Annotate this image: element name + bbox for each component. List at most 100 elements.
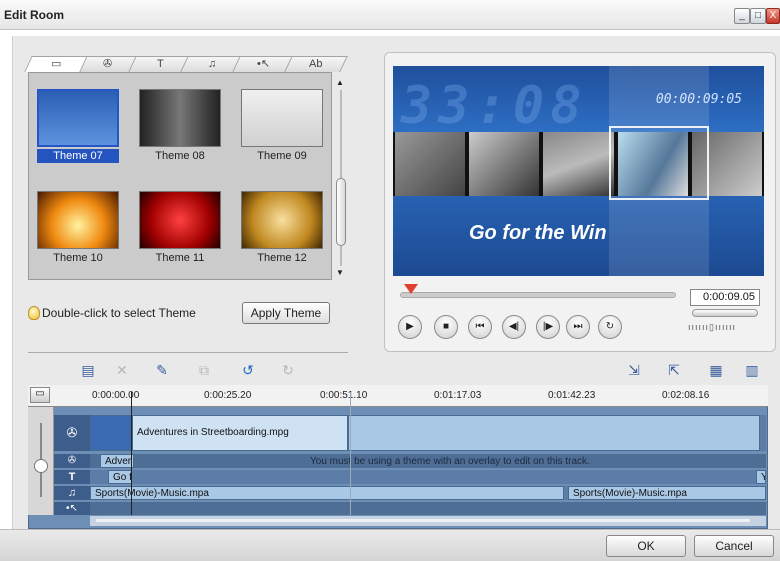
theme-gallery: Theme 07 Theme 08 Theme 09 Theme 10 Them… (28, 72, 332, 280)
export-icon[interactable]: ⇱ (664, 360, 684, 380)
preview-big-time: 33:08 (401, 76, 588, 136)
ruler-tick: 0:00:51.10 (320, 390, 368, 401)
lightbulb-icon (28, 306, 40, 320)
scroll-up-icon[interactable]: ▲ (336, 78, 344, 87)
title-clip[interactable]: Go f (108, 470, 132, 484)
tab-video[interactable]: ▭ (24, 56, 88, 72)
ok-button[interactable]: OK (606, 535, 686, 557)
next-frame-button[interactable]: |▶ (536, 315, 560, 339)
title-bar: Edit Room _ □ X (0, 0, 780, 30)
overlay-clip[interactable]: Adver (100, 454, 134, 468)
cancel-button[interactable]: Cancel (694, 535, 774, 557)
title-track: Go f Y (90, 470, 766, 484)
split-clip-icon[interactable]: ⧉ (194, 360, 214, 380)
apply-theme-button[interactable]: Apply Theme (242, 302, 330, 324)
text-effects-icon: Ab (309, 58, 323, 70)
stop-button[interactable]: ■ (434, 315, 458, 339)
music-note-icon: ♫ (207, 58, 217, 70)
go-to-start-button[interactable]: ⏮ (468, 315, 492, 339)
music-track: Sports(Movie)-Music.mpa Sports(Movie)-Mu… (90, 486, 766, 500)
repeat-button[interactable]: ↻ (598, 315, 622, 339)
theme-08-image (139, 89, 221, 147)
title-t-icon: T (156, 58, 164, 70)
overlay-track-icon: ✇ (54, 454, 90, 468)
add-clip-icon[interactable]: ▤ (78, 360, 98, 380)
timeline-ruler[interactable]: 0:00:00.00 0:00:25.20 0:00:51.10 0:01:17… (28, 385, 768, 407)
video-tab-icon: ▭ (50, 58, 62, 70)
effects-track (90, 502, 766, 515)
playhead[interactable] (131, 392, 132, 515)
ruler-tick: 0:00:00.00 (92, 390, 140, 401)
theme-07-image (37, 89, 119, 147)
jog-bar[interactable] (692, 309, 758, 317)
title-clip-end[interactable]: Y (756, 470, 766, 484)
edit-clip-icon[interactable]: ✎ (152, 360, 172, 380)
theme-thumb-08[interactable]: Theme 08 (139, 89, 221, 162)
film-strip-icon[interactable]: ▦ (706, 360, 726, 380)
music-track-icon: ♫ (54, 486, 90, 500)
video-clip-extension[interactable] (348, 415, 760, 451)
previous-frame-button[interactable]: ◀| (502, 315, 526, 339)
timeline-scrollbar[interactable] (90, 516, 766, 526)
track-zoom-panel (28, 407, 54, 515)
delete-clip-icon[interactable]: ✕ (112, 360, 132, 380)
ruler-tick: 0:00:25.20 (204, 390, 252, 401)
minimize-button[interactable]: _ (734, 8, 750, 24)
toolbar-divider (28, 352, 348, 353)
theme-label: Theme 08 (155, 150, 205, 162)
track-zoom-handle[interactable] (34, 459, 48, 473)
scroll-thumb[interactable] (336, 178, 346, 246)
theme-thumb-10[interactable]: Theme 10 (37, 191, 119, 264)
film-frame (395, 132, 466, 196)
video-thumb-clip[interactable] (90, 415, 132, 451)
theme-11-image (139, 191, 221, 249)
music-clip[interactable]: Sports(Movie)-Music.mpa (90, 486, 564, 500)
video-track: Adventures in Streetboarding.mpg (90, 415, 766, 451)
preview-scrubber[interactable] (400, 292, 676, 298)
theme-12-image (241, 191, 323, 249)
effects-track-icon: •↖ (54, 502, 90, 515)
ruler-tick: 0:01:17.03 (434, 390, 482, 401)
film-frame (469, 132, 540, 196)
theme-09-image (241, 89, 323, 147)
theme-label: Theme 12 (257, 252, 307, 264)
theme-thumb-09[interactable]: Theme 09 (241, 89, 323, 162)
overlay-message: You must be using a theme with an overla… (310, 456, 590, 467)
theme-label: Theme 10 (53, 252, 103, 264)
ruler-tick: 0:01:42.23 (548, 390, 596, 401)
close-button[interactable]: X (766, 8, 780, 24)
theme-thumb-07[interactable]: Theme 07 (37, 89, 119, 163)
scroll-down-icon[interactable]: ▼ (336, 268, 344, 277)
theme-10-image (37, 191, 119, 249)
theme-label: Theme 07 (37, 149, 119, 163)
video-clip[interactable]: Adventures in Streetboarding.mpg (132, 415, 348, 451)
import-icon[interactable]: ⇲ (624, 360, 644, 380)
timeline-view-icon[interactable]: ▭ (30, 387, 50, 403)
tab-text-effects[interactable]: Ab (284, 56, 348, 72)
go-to-end-button[interactable]: ⏭ (566, 315, 590, 339)
redo-icon[interactable]: ↻ (278, 360, 298, 380)
cursor-line (350, 392, 351, 515)
zoom-slider[interactable]: ıııııı▯ıııııı (688, 322, 764, 332)
title-track-icon: T (54, 470, 90, 484)
storyboard-icon[interactable]: ▥ (742, 360, 762, 380)
scrubber-handle-icon[interactable] (404, 284, 419, 294)
gallery-scrollbar[interactable]: ▲ ▼ (336, 78, 346, 278)
preview-screen: 33:08 00:00:09:05 Go for the Win (393, 66, 764, 276)
preview-slogan: Go for the Win (469, 222, 607, 244)
play-button[interactable]: ▶ (398, 315, 422, 339)
ruler-tick: 0:02:08.16 (662, 390, 710, 401)
maximize-button[interactable]: □ (750, 8, 766, 24)
hint-text: Double-click to select Theme (42, 306, 196, 320)
frame-selection-box (609, 126, 709, 200)
timeline-scroll-thumb[interactable] (96, 519, 750, 522)
theme-thumb-12[interactable]: Theme 12 (241, 191, 323, 264)
timecode-field[interactable]: 0:00:09.05 (690, 289, 760, 306)
theme-label: Theme 11 (155, 252, 205, 264)
music-clip[interactable]: Sports(Movie)-Music.mpa (568, 486, 766, 500)
film-frame (543, 132, 614, 196)
undo-icon[interactable]: ↺ (238, 360, 258, 380)
dialog-footer: OK Cancel (0, 529, 780, 561)
theme-thumb-11[interactable]: Theme 11 (139, 191, 221, 264)
effects-wand-icon: •↖ (257, 58, 271, 70)
